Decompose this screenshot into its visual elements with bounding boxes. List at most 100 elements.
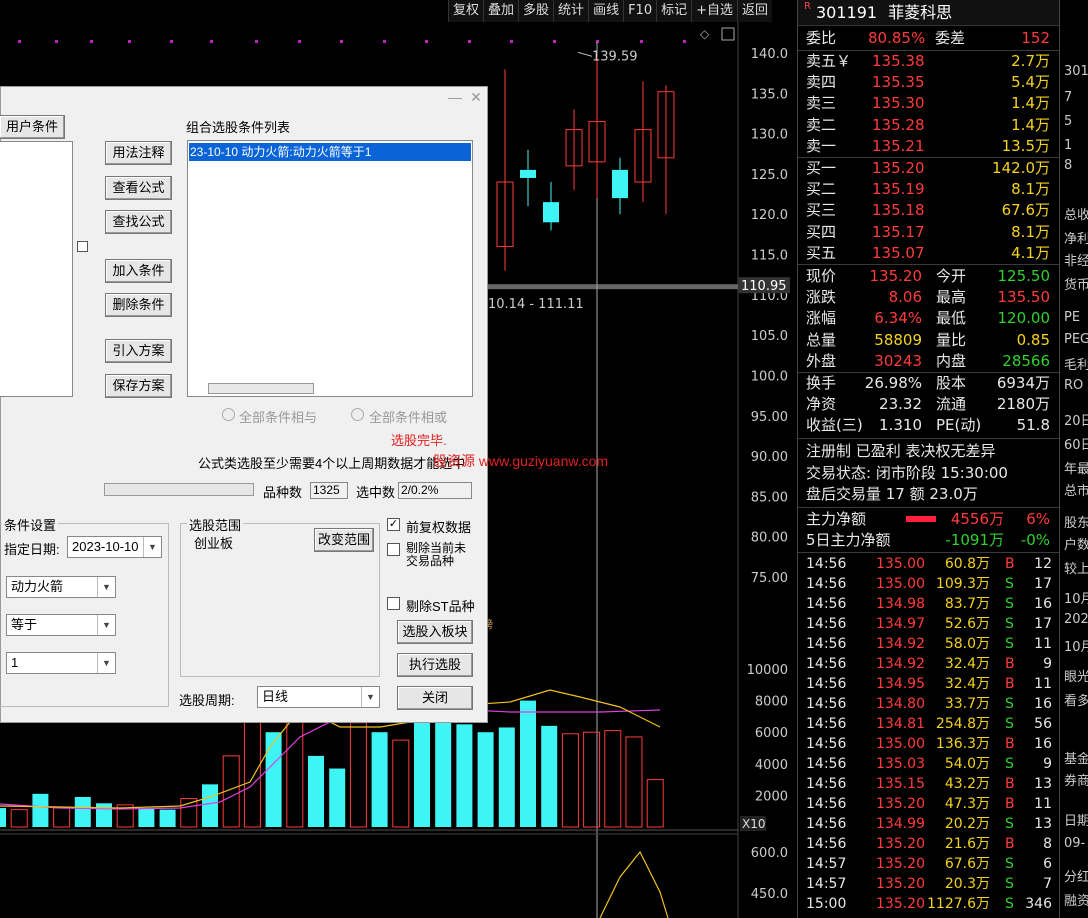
radio-and-label: 全部条件相与 [239, 410, 318, 425]
signal-dot [683, 40, 686, 43]
volume-bar [498, 727, 515, 827]
price-tick: 135.0 [751, 87, 788, 102]
signal-dot [383, 40, 386, 43]
bid-price: 135.19 [872, 180, 925, 199]
toolbar-item-4[interactable]: 画线 [588, 0, 624, 22]
main-net-pct: 6% [1026, 510, 1050, 528]
tick-row: 15:00 135.20 1127.6万 S 346 [798, 894, 1060, 914]
after-text: 盘后交易量 17 额 23.0万 [806, 485, 978, 503]
combo-condition-list[interactable]: 23-10-10 动力火箭:动力火箭等于1 [187, 140, 473, 397]
price-tick: 115.0 [751, 249, 788, 264]
to-block-button[interactable]: 选股入板块 [397, 620, 473, 644]
bid-row: 买一 135.20 142.0万 [798, 158, 1060, 179]
find-formula-button[interactable]: 查找公式 [105, 210, 172, 234]
usage-note-button[interactable]: 用法注释 [105, 141, 172, 165]
stat-value: 135.50 [997, 288, 1051, 307]
toolbar-item-1[interactable]: 叠加 [483, 0, 519, 22]
view-formula-button[interactable]: 查看公式 [105, 176, 172, 200]
toolbar-item-8[interactable]: 返回 [737, 0, 773, 22]
user-condition-button[interactable]: 用户条件 [0, 115, 65, 139]
exclude-untradable-checkbox[interactable] [387, 543, 400, 556]
close-button[interactable]: 关闭 [397, 686, 473, 710]
quote-header: R 301191 菲菱科思 [798, 0, 1059, 26]
tick-volume: 32.4万 [944, 676, 990, 692]
chevron-down-icon[interactable]: ▼ [361, 687, 379, 707]
signal-dot [255, 40, 258, 43]
volume-bar [286, 712, 304, 828]
minimize-icon[interactable]: — [447, 89, 463, 105]
volume-bar [371, 732, 388, 827]
dialog-titlebar[interactable]: — ✕ [1, 87, 487, 109]
list-item[interactable]: 23-10-10 动力火箭:动力火箭等于1 [189, 143, 471, 161]
tick-time: 14:56 [806, 796, 847, 812]
stat2-label: 换手 [806, 374, 837, 392]
chevron-down-icon[interactable]: ▼ [97, 615, 115, 635]
delete-condition-button[interactable]: 删除条件 [105, 293, 172, 317]
price-tick: 125.0 [751, 168, 788, 183]
toolbar-item-0[interactable]: 复权 [448, 0, 484, 22]
bid-label: 买一 [806, 159, 837, 177]
change-range-button[interactable]: 改变范围 [314, 528, 374, 552]
tick-side: B [1005, 656, 1015, 672]
period-select[interactable]: 日线 ▼ [257, 686, 380, 708]
import-plan-button[interactable]: 引入方案 [105, 339, 172, 363]
chevron-down-icon[interactable]: ▼ [97, 577, 115, 597]
toolbar-item-2[interactable]: 多股 [518, 0, 554, 22]
formula-select[interactable]: 动力火箭 ▼ [6, 576, 116, 598]
strip-item: 10月 [1064, 592, 1088, 607]
bid-volume: 8.1万 [1011, 180, 1050, 199]
volume-bar [561, 733, 579, 828]
tick-row: 14:57 135.20 20.3万 S 7 [798, 874, 1060, 894]
status-text: 交易状态: 闭市阶段 15:30:00 [806, 464, 1008, 482]
operator-select[interactable]: 等于 ▼ [6, 614, 116, 636]
radio-and[interactable] [222, 408, 235, 421]
chevron-down-icon[interactable]: ▼ [97, 653, 115, 673]
price-tick: 130.0 [751, 128, 788, 143]
save-plan-button[interactable]: 保存方案 [105, 374, 172, 398]
condition-tree[interactable] [0, 141, 73, 397]
toolbar-item-3[interactable]: 统计 [553, 0, 589, 22]
close-icon[interactable]: ✕ [468, 89, 484, 105]
tick-row: 14:56 134.98 83.7万 S 16 [798, 594, 1060, 614]
adjust-label: 前复权数据 [406, 520, 472, 535]
weibi-row: 委比 80.85% 委差 152 [798, 28, 1060, 49]
exclude-st-checkbox[interactable] [387, 597, 400, 610]
bid-row: 买四 135.17 8.1万 [798, 222, 1060, 243]
tick-volume: 43.2万 [944, 776, 990, 792]
main-net-label: 主力净额 [806, 510, 867, 528]
execute-button[interactable]: 执行选股 [397, 653, 473, 677]
strip-item: 60日 [1064, 438, 1088, 453]
stat-label: 内盘 [936, 351, 967, 370]
adjust-checkbox[interactable]: ✓ [387, 518, 400, 531]
strip-item: 20日 [1064, 414, 1088, 429]
main5-label: 5日主力净额 [806, 531, 891, 549]
stat-label: 现价 [806, 267, 837, 285]
stat2-value: 6934万 [996, 374, 1050, 392]
toolbar-item-5[interactable]: F10 [623, 0, 657, 22]
selected-value: 2/0.2% [398, 482, 472, 499]
tick-price: 134.99 [876, 816, 925, 832]
stock-code: 301191 [816, 3, 878, 22]
volume-tick: 8000 [755, 695, 788, 710]
list-scrollbar[interactable] [208, 383, 314, 394]
tick-count: 12 [1034, 556, 1052, 572]
stat-value: 6.34% [874, 309, 922, 328]
ask-volume: 13.5万 [1001, 136, 1050, 155]
radio-or[interactable] [351, 408, 364, 421]
chevron-down-icon[interactable]: ▼ [143, 537, 161, 557]
condition-tree-checkbox[interactable] [77, 241, 88, 252]
toolbar-item-6[interactable]: 标记 [656, 0, 692, 22]
add-condition-button[interactable]: 加入条件 [105, 259, 172, 283]
tick-side: S [1005, 716, 1014, 732]
signal-dot [553, 40, 556, 43]
tick-side: B [1005, 736, 1015, 752]
toolbar-item-7[interactable]: +自选 [691, 0, 738, 22]
tick-row: 14:56 135.00 136.3万 B 16 [798, 734, 1060, 754]
volume-bar [604, 730, 622, 828]
date-value: 2023-10-10 [72, 539, 139, 554]
value-select[interactable]: 1 ▼ [6, 652, 116, 674]
signal-dot [210, 40, 213, 43]
r-badge: R [804, 1, 811, 12]
ask-label: 卖二 [806, 115, 837, 134]
date-picker[interactable]: 2023-10-10 ▼ [67, 536, 162, 558]
